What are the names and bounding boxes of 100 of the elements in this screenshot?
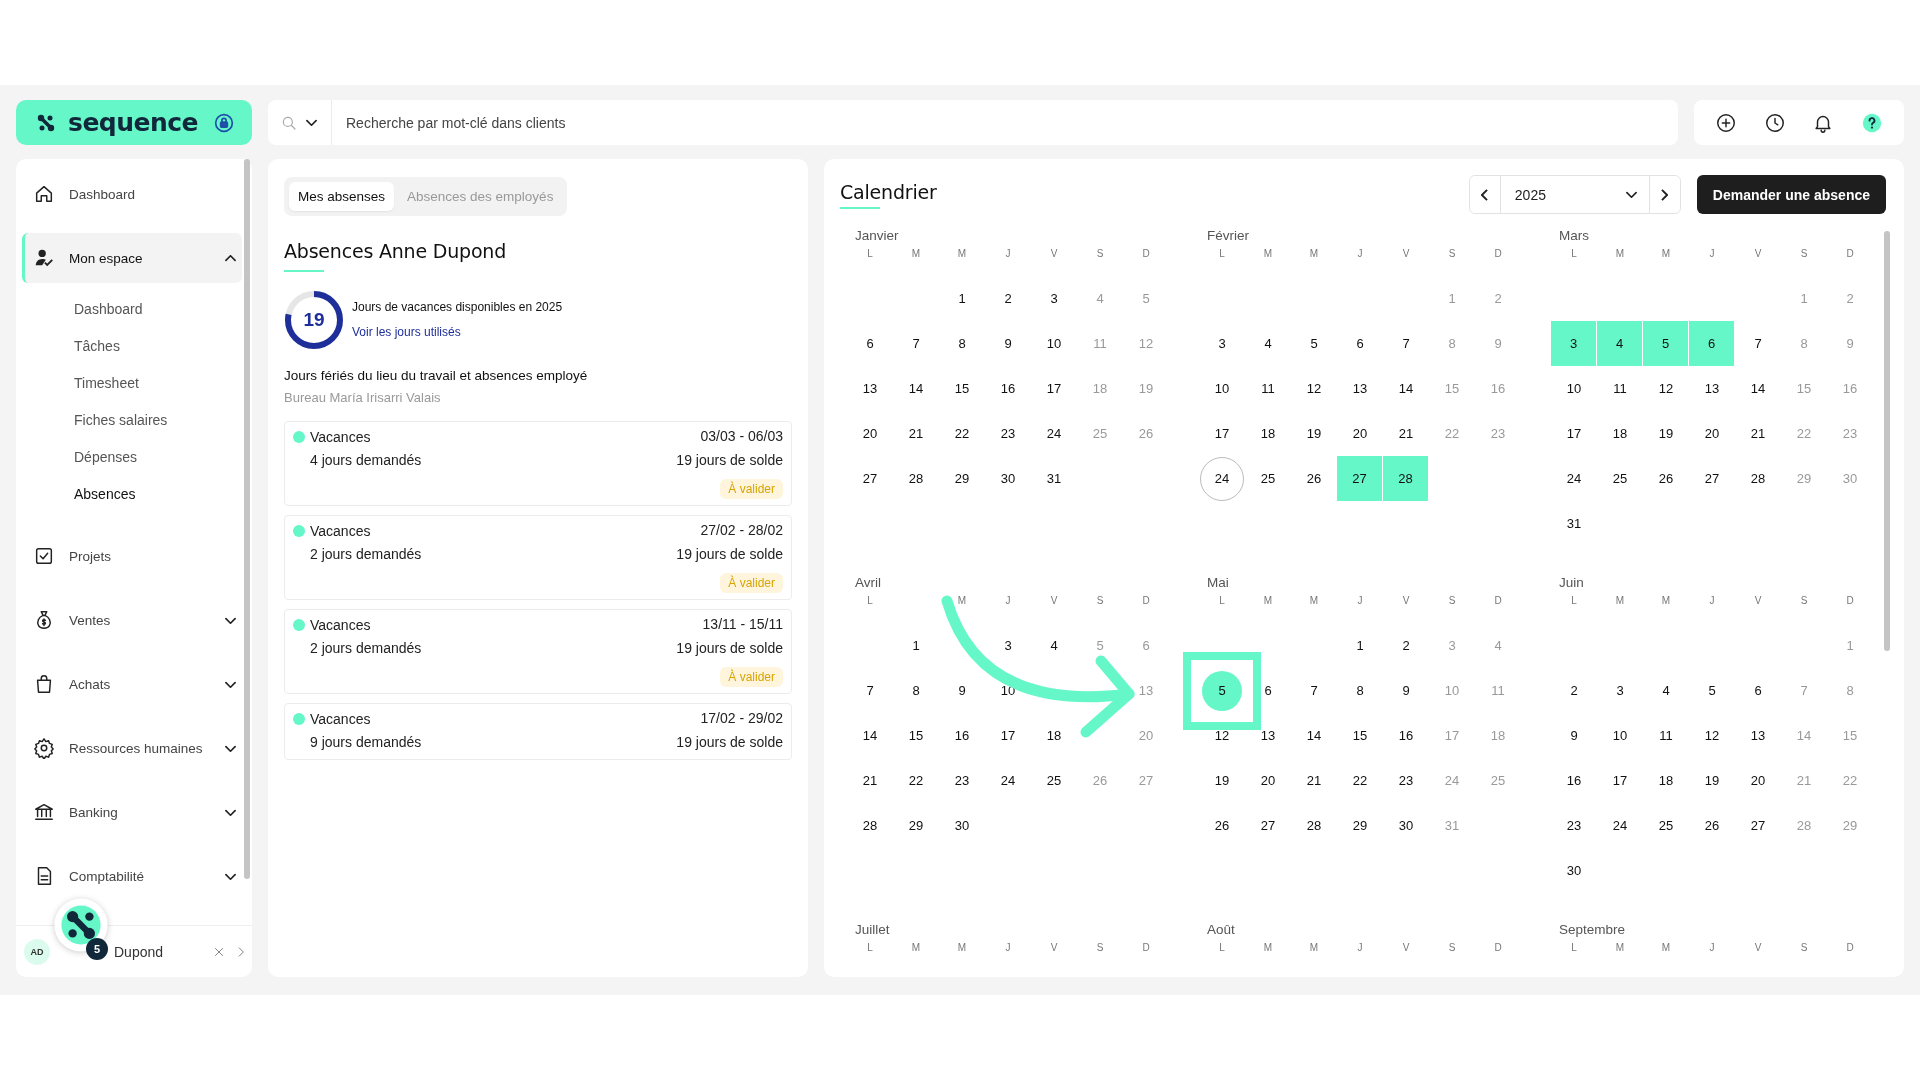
calendar-day[interactable]: 27: [847, 456, 893, 501]
clock-icon[interactable]: [1763, 111, 1786, 134]
absence-day[interactable]: 4: [1597, 321, 1642, 366]
calendar-day[interactable]: 28: [1291, 803, 1337, 848]
calendar-day[interactable]: 22: [1337, 758, 1383, 803]
calendar-day[interactable]: 6: [847, 321, 893, 366]
absence-card[interactable]: Vacances 9 jours demandés 17/02 - 29/02 19 jours de solde: [284, 703, 792, 760]
calendar-day[interactable]: 19: [1689, 758, 1735, 803]
calendar-day[interactable]: 25: [1597, 456, 1643, 501]
calendar-day[interactable]: 3: [1597, 668, 1643, 713]
calendar-day[interactable]: 8: [939, 321, 985, 366]
calendar-day[interactable]: 4: [1643, 668, 1689, 713]
calendar-day[interactable]: 30: [939, 803, 985, 848]
calendar-day[interactable]: 3: [1199, 321, 1245, 366]
calendar-day[interactable]: 19: [1643, 411, 1689, 456]
selected-day[interactable]: 5: [1202, 670, 1242, 711]
scrollbar[interactable]: [1884, 231, 1890, 651]
calendar-day[interactable]: 17: [1597, 758, 1643, 803]
calendar-day[interactable]: 7: [893, 321, 939, 366]
submenu-item[interactable]: Absences: [22, 476, 242, 513]
calendar-day[interactable]: 24: [1031, 411, 1077, 456]
absence-day[interactable]: 27: [1337, 456, 1382, 501]
calendar-day[interactable]: 26: [1291, 456, 1337, 501]
calendar-day[interactable]: 25: [1643, 803, 1689, 848]
calendar-day[interactable]: 25: [1245, 456, 1291, 501]
calendar-day[interactable]: 21: [847, 758, 893, 803]
calendar-day[interactable]: 7: [847, 668, 893, 713]
tab[interactable]: Mes absenses: [289, 182, 395, 211]
year-dropdown[interactable]: 2025: [1499, 176, 1650, 213]
calendar-day[interactable]: 19: [1291, 411, 1337, 456]
calendar-day[interactable]: 20: [1337, 411, 1383, 456]
calendar-day[interactable]: 2: [1383, 623, 1429, 668]
sidebar-item[interactable]: Banking: [22, 787, 242, 837]
sidebar-item[interactable]: Comptabilité: [22, 851, 242, 901]
calendar-day[interactable]: 26: [1643, 456, 1689, 501]
calendar-day[interactable]: 15: [939, 366, 985, 411]
avatar[interactable]: AD: [24, 938, 50, 965]
calendar-day[interactable]: 1: [893, 623, 939, 668]
absence-card[interactable]: Vacances 4 jours demandés 03/03 - 06/03 19 jours de solde À valider: [284, 421, 792, 506]
calendar-day[interactable]: 18: [1597, 411, 1643, 456]
calendar-day[interactable]: 14: [1735, 366, 1781, 411]
calendar-day[interactable]: 13: [1337, 366, 1383, 411]
calendar-day[interactable]: 17: [1031, 366, 1077, 411]
calendar-day[interactable]: 8: [1337, 668, 1383, 713]
calendar-day[interactable]: 14: [1383, 366, 1429, 411]
absence-card[interactable]: Vacances 2 jours demandés 13/11 - 15/11 19 jours de solde À valider: [284, 609, 792, 694]
calendar-day[interactable]: 21: [1291, 758, 1337, 803]
sidebar-item[interactable]: Ressources humaines: [22, 723, 242, 773]
absence-day[interactable]: 28: [1383, 456, 1428, 501]
calendar-day[interactable]: 1: [1337, 623, 1383, 668]
sidebar-item[interactable]: Projets: [22, 531, 242, 581]
calendar-day[interactable]: 12: [1199, 713, 1245, 758]
calendar-day[interactable]: 25: [1031, 758, 1077, 803]
calendar-day[interactable]: 26: [1199, 803, 1245, 848]
calendar-day[interactable]: 4: [1245, 321, 1291, 366]
calendar-day[interactable]: 5: [1689, 668, 1735, 713]
submenu-item[interactable]: Timesheet: [22, 365, 242, 402]
calendar-day[interactable]: 14: [893, 366, 939, 411]
calendar-day[interactable]: 23: [985, 411, 1031, 456]
calendar-day[interactable]: 7: [1735, 321, 1781, 366]
submenu-item[interactable]: Tâches: [22, 328, 242, 365]
calendar-day[interactable]: 18: [1643, 758, 1689, 803]
calendar-day[interactable]: 9: [985, 321, 1031, 366]
calendar-day[interactable]: 31: [1551, 501, 1597, 546]
calendar-day[interactable]: 9: [939, 668, 985, 713]
absence-day[interactable]: 5: [1643, 321, 1688, 366]
calendar-day[interactable]: 15: [893, 713, 939, 758]
calendar-day[interactable]: 10: [1031, 321, 1077, 366]
sidebar-item[interactable]: Dashboard: [22, 169, 242, 219]
calendar-day[interactable]: 7: [1383, 321, 1429, 366]
calendar-day[interactable]: 9: [1383, 668, 1429, 713]
calendar-day[interactable]: 26: [1689, 803, 1735, 848]
help-icon[interactable]: [1860, 111, 1883, 134]
calendar-day[interactable]: 29: [939, 456, 985, 501]
absence-day[interactable]: 3: [1551, 321, 1596, 366]
calendar-day[interactable]: 30: [1551, 848, 1597, 893]
calendar-day[interactable]: 16: [1551, 758, 1597, 803]
calendar-day[interactable]: 20: [847, 411, 893, 456]
calendar-day[interactable]: 6: [1337, 321, 1383, 366]
submenu-item[interactable]: Dashboard: [22, 291, 242, 328]
absence-day[interactable]: 6: [1689, 321, 1734, 366]
sidebar-item[interactable]: Achats: [22, 659, 242, 709]
calendar-day[interactable]: 22: [939, 411, 985, 456]
calendar-day[interactable]: 30: [1383, 803, 1429, 848]
calendar-day[interactable]: 16: [985, 366, 1031, 411]
calendar-day[interactable]: 27: [1689, 456, 1735, 501]
calendar-day[interactable]: 13: [1245, 713, 1291, 758]
calendar-day[interactable]: 23: [939, 758, 985, 803]
calendar-day[interactable]: 17: [1199, 411, 1245, 456]
calendar-day[interactable]: 2: [985, 276, 1031, 321]
calendar-day[interactable]: 2: [1551, 668, 1597, 713]
sequence-logo[interactable]: sequence: [16, 100, 252, 145]
calendar-day[interactable]: 10: [1551, 366, 1597, 411]
submenu-item[interactable]: Dépenses: [22, 439, 242, 476]
calendar-day[interactable]: 28: [847, 803, 893, 848]
calendar-day[interactable]: 3: [985, 623, 1031, 668]
calendar-day[interactable]: 18: [1031, 713, 1077, 758]
submenu-item[interactable]: Fiches salaires: [22, 402, 242, 439]
calendar-day[interactable]: 31: [1031, 456, 1077, 501]
search-field[interactable]: Recherche par mot-clé dans clients: [332, 100, 1678, 145]
